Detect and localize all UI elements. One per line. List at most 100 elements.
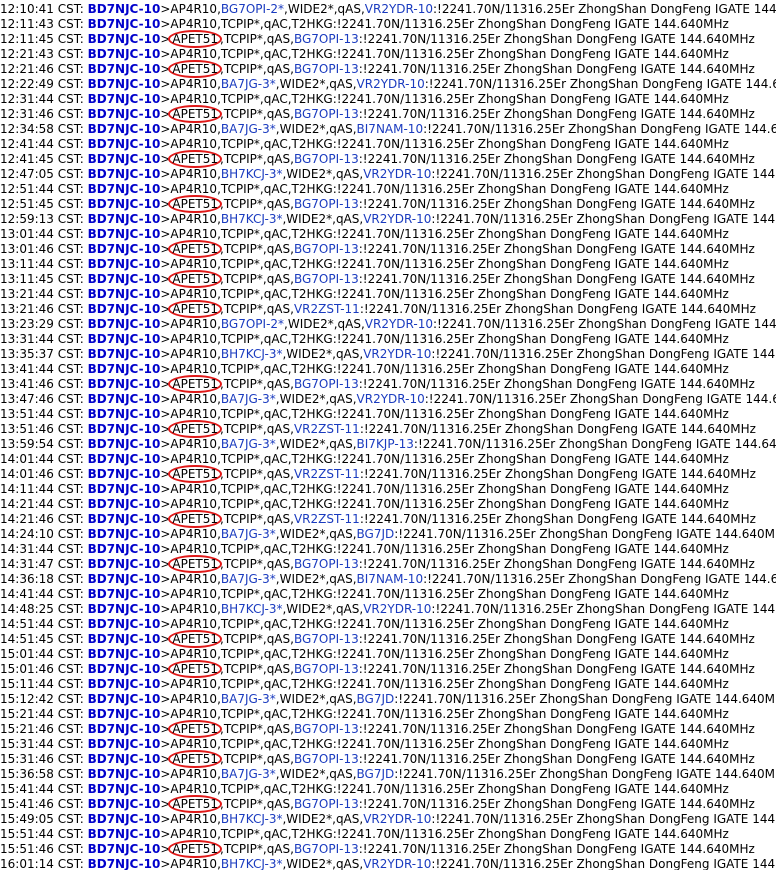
igate-link[interactable]: VR2ZST-11 [294,422,360,436]
igate-link[interactable]: VR2YDR-10 [365,2,433,16]
callsign-link[interactable]: BD7NJC-10 [88,197,161,211]
callsign-link[interactable]: BD7NJC-10 [88,212,161,226]
callsign-link[interactable]: BD7NJC-10 [88,17,161,31]
callsign-link[interactable]: BD7NJC-10 [88,617,161,631]
callsign-link[interactable]: BD7NJC-10 [88,737,161,751]
callsign-link[interactable]: BD7NJC-10 [88,92,161,106]
callsign-link[interactable]: BD7NJC-10 [88,812,161,826]
callsign-link[interactable]: BD7NJC-10 [88,122,161,136]
igate-link[interactable]: BG7OPI-13 [294,62,359,76]
callsign-link[interactable]: BD7NJC-10 [88,827,161,841]
callsign-link[interactable]: BD7NJC-10 [88,482,161,496]
digipeater-link[interactable]: BA7JG-3* [221,122,276,136]
callsign-link[interactable]: BD7NJC-10 [88,662,161,676]
callsign-link[interactable]: BD7NJC-10 [88,377,161,391]
callsign-link[interactable]: BD7NJC-10 [88,317,161,331]
callsign-link[interactable]: BD7NJC-10 [88,512,161,526]
digipeater-link[interactable]: BA7JG-3* [221,77,276,91]
callsign-link[interactable]: BD7NJC-10 [88,2,161,16]
callsign-link[interactable]: BD7NJC-10 [88,107,161,121]
callsign-link[interactable]: BD7NJC-10 [88,422,161,436]
callsign-link[interactable]: BD7NJC-10 [88,632,161,646]
callsign-link[interactable]: BD7NJC-10 [88,677,161,691]
digipeater-link[interactable]: BA7JG-3* [221,572,276,586]
igate-link[interactable]: BG7OPI-13 [294,377,359,391]
callsign-link[interactable]: BD7NJC-10 [88,857,161,870]
igate-link[interactable]: VR2ZST-11 [294,467,360,481]
igate-link[interactable]: BG7JD [357,527,395,541]
digipeater-link[interactable]: BH7KCJ-3* [221,212,283,226]
callsign-link[interactable]: BD7NJC-10 [88,242,161,256]
igate-link[interactable]: VR2YDR-10 [357,77,425,91]
digipeater-link[interactable]: BA7JG-3* [221,692,276,706]
igate-link[interactable]: BG7OPI-13 [294,242,359,256]
igate-link[interactable]: BG7OPI-13 [294,557,359,571]
callsign-link[interactable]: BD7NJC-10 [88,647,161,661]
callsign-link[interactable]: BD7NJC-10 [88,257,161,271]
callsign-link[interactable]: BD7NJC-10 [88,767,161,781]
callsign-link[interactable]: BD7NJC-10 [88,32,161,46]
callsign-link[interactable]: BD7NJC-10 [88,602,161,616]
callsign-link[interactable]: BD7NJC-10 [88,362,161,376]
igate-link[interactable]: BG7OPI-13 [294,272,359,286]
callsign-link[interactable]: BD7NJC-10 [88,452,161,466]
igate-link[interactable]: BG7OPI-13 [294,752,359,766]
igate-link[interactable]: BG7OPI-13 [294,722,359,736]
digipeater-link[interactable]: BH7KCJ-3* [221,602,283,616]
igate-link[interactable]: VR2YDR-10 [365,317,433,331]
callsign-link[interactable]: BD7NJC-10 [88,752,161,766]
callsign-link[interactable]: BD7NJC-10 [88,782,161,796]
igate-link[interactable]: VR2YDR-10 [363,347,431,361]
callsign-link[interactable]: BD7NJC-10 [88,542,161,556]
digipeater-link[interactable]: BA7JG-3* [221,392,276,406]
callsign-link[interactable]: BD7NJC-10 [88,62,161,76]
callsign-link[interactable]: BD7NJC-10 [88,587,161,601]
igate-link[interactable]: VR2YDR-10 [363,812,431,826]
digipeater-link[interactable]: BG7OPI-2* [221,2,284,16]
callsign-link[interactable]: BD7NJC-10 [88,182,161,196]
callsign-link[interactable]: BD7NJC-10 [88,47,161,61]
igate-link[interactable]: VR2ZST-11 [294,302,360,316]
callsign-link[interactable]: BD7NJC-10 [88,842,161,856]
callsign-link[interactable]: BD7NJC-10 [88,557,161,571]
callsign-link[interactable]: BD7NJC-10 [88,272,161,286]
callsign-link[interactable]: BD7NJC-10 [88,572,161,586]
igate-link[interactable]: BG7OPI-13 [294,152,359,166]
callsign-link[interactable]: BD7NJC-10 [88,137,161,151]
igate-link[interactable]: VR2YDR-10 [363,212,431,226]
igate-link[interactable]: BG7OPI-13 [294,632,359,646]
igate-link[interactable]: BI7NAM-10 [357,122,424,136]
callsign-link[interactable]: BD7NJC-10 [88,347,161,361]
callsign-link[interactable]: BD7NJC-10 [88,332,161,346]
igate-link[interactable]: VR2YDR-10 [357,392,425,406]
digipeater-link[interactable]: BH7KCJ-3* [221,857,283,870]
igate-link[interactable]: BG7OPI-13 [294,197,359,211]
igate-link[interactable]: BG7JD [357,767,395,781]
callsign-link[interactable]: BD7NJC-10 [88,527,161,541]
igate-link[interactable]: BG7OPI-13 [294,32,359,46]
digipeater-link[interactable]: BH7KCJ-3* [221,812,283,826]
digipeater-link[interactable]: BA7JG-3* [221,527,276,541]
igate-link[interactable]: BG7OPI-13 [294,107,359,121]
igate-link[interactable]: BG7OPI-13 [294,842,359,856]
callsign-link[interactable]: BD7NJC-10 [88,227,161,241]
digipeater-link[interactable]: BH7KCJ-3* [221,167,283,181]
callsign-link[interactable]: BD7NJC-10 [88,497,161,511]
callsign-link[interactable]: BD7NJC-10 [88,797,161,811]
callsign-link[interactable]: BD7NJC-10 [88,722,161,736]
callsign-link[interactable]: BD7NJC-10 [88,467,161,481]
callsign-link[interactable]: BD7NJC-10 [88,692,161,706]
igate-link[interactable]: BI7KJP-13 [357,437,414,451]
callsign-link[interactable]: BD7NJC-10 [88,707,161,721]
callsign-link[interactable]: BD7NJC-10 [88,437,161,451]
igate-link[interactable]: BI7NAM-10 [357,572,424,586]
igate-link[interactable]: VR2YDR-10 [363,167,431,181]
callsign-link[interactable]: BD7NJC-10 [88,407,161,421]
callsign-link[interactable]: BD7NJC-10 [88,167,161,181]
igate-link[interactable]: VR2YDR-10 [363,602,431,616]
callsign-link[interactable]: BD7NJC-10 [88,77,161,91]
callsign-link[interactable]: BD7NJC-10 [88,302,161,316]
igate-link[interactable]: VR2YDR-10 [363,857,431,870]
igate-link[interactable]: BG7OPI-13 [294,797,359,811]
callsign-link[interactable]: BD7NJC-10 [88,287,161,301]
